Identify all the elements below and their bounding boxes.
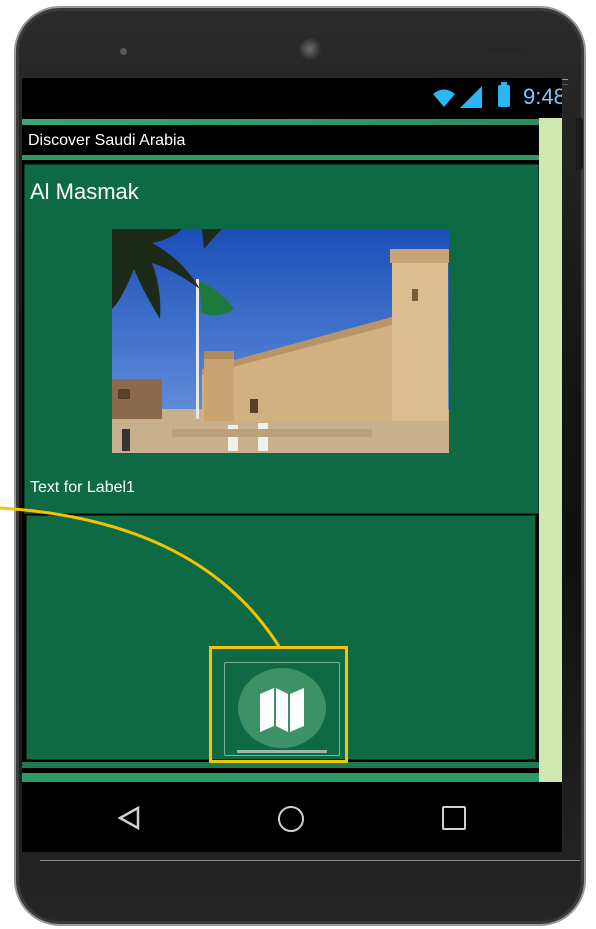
accent-bar-top: [22, 119, 539, 125]
app-title: Discover Saudi Arabia: [28, 132, 186, 149]
status-bar: 9:48: [22, 78, 562, 118]
label1-text: Text for Label1: [30, 479, 135, 496]
place-photo: [112, 229, 449, 453]
place-card: Al Masmak Text for Label1: [24, 164, 539, 514]
proximity-sensor: [486, 48, 524, 53]
place-heading: Al Masmak: [30, 179, 139, 204]
home-icon[interactable]: [278, 806, 304, 832]
highlight-box: [209, 646, 348, 763]
accent-bar-middle: [22, 155, 539, 160]
android-nav-bar: [22, 782, 562, 852]
speaker-dot: [120, 48, 127, 55]
signal-icon: [460, 86, 482, 108]
bottom-bezel-line: [40, 860, 580, 861]
status-time: 9:48: [523, 84, 562, 109]
wifi-icon: [433, 89, 455, 107]
app-title-bar: Discover Saudi Arabia: [24, 130, 537, 153]
battery-icon: [498, 82, 510, 107]
accent-bar-bottom-2: [22, 773, 539, 782]
phone-side-button: [576, 118, 583, 170]
recent-apps-icon[interactable]: [442, 806, 466, 830]
back-icon[interactable]: [118, 806, 140, 830]
right-side-strip: [539, 118, 562, 782]
front-camera: [299, 38, 323, 62]
